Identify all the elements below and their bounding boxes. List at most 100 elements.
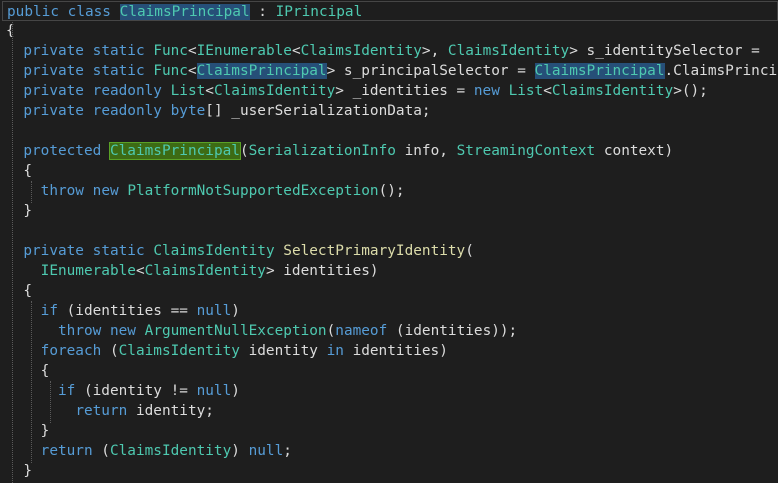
code-token: readonly [92, 103, 162, 119]
code-token: new [473, 83, 500, 99]
code-token: throw [57, 323, 102, 339]
code-token: null [196, 383, 232, 399]
code-token: IPrincipal [275, 4, 363, 20]
code-line[interactable]: protected ClaimsPrincipal(SerializationI… [0, 141, 673, 161]
code-line[interactable]: throw new ArgumentNullException(nameof (… [0, 321, 517, 341]
code-token: IEnumerable [40, 263, 136, 279]
code-token: info, [395, 143, 457, 159]
code-token: ( [465, 243, 474, 259]
code-token: } [6, 463, 32, 479]
code-token: < [135, 263, 145, 279]
code-line[interactable]: return identity; [0, 401, 214, 421]
highlighted-symbol: ClaimsPrincipal [534, 63, 665, 79]
code-token: > identities) [265, 263, 379, 279]
code-token: ArgumentNullException [144, 323, 327, 339]
code-token: >(); [673, 83, 708, 99]
code-token: Func [153, 43, 188, 59]
code-token: nameof [335, 323, 388, 339]
code-line[interactable]: } [0, 421, 50, 441]
code-token: SelectPrimaryIdentity [283, 243, 466, 259]
code-editor[interactable]: public class ClaimsPrincipal : IPrincipa… [0, 0, 778, 483]
code-token: foreach [40, 343, 102, 359]
indent-guide [12, 22, 13, 483]
indent-guide [31, 181, 32, 203]
indent-guide [31, 301, 32, 463]
code-token: identities) [343, 343, 448, 359]
code-token: > s_principalSelector = [326, 63, 535, 79]
code-token: if [40, 303, 58, 319]
code-line[interactable]: private readonly List<ClaimsIdentity> _i… [0, 81, 708, 101]
code-token: < [187, 63, 197, 79]
highlighted-symbol: ClaimsPrincipal [196, 63, 327, 79]
code-token: private [23, 63, 84, 79]
code-line[interactable]: { [0, 361, 50, 381]
code-line[interactable]: } [0, 461, 32, 481]
code-token: protected [23, 143, 102, 159]
code-token: < [543, 83, 552, 99]
code-token: if [57, 383, 76, 399]
code-token: in [326, 343, 344, 359]
code-line[interactable]: IEnumerable<ClaimsIdentity> identities) [0, 261, 379, 281]
code-line[interactable] [0, 221, 6, 241]
code-token: public [7, 4, 59, 20]
code-token: < [187, 43, 197, 59]
code-token: null [196, 303, 232, 319]
code-token: >, [421, 43, 448, 59]
code-token: class [67, 4, 111, 20]
code-token: ( [326, 323, 336, 339]
highlighted-symbol: ClaimsPrincipal [119, 4, 250, 20]
code-token: ClaimsIdentity [300, 43, 422, 59]
code-token: List [508, 83, 544, 99]
code-line[interactable]: if (identity != null) [0, 381, 240, 401]
code-token: private [23, 103, 84, 119]
code-line[interactable]: private static ClaimsIdentity SelectPrim… [0, 241, 474, 261]
indent-guide [50, 381, 51, 423]
code-token: ; [283, 443, 292, 459]
code-token: (); [378, 183, 405, 199]
code-token: private [23, 83, 84, 99]
code-token: readonly [92, 83, 162, 99]
code-token: ) [231, 303, 240, 319]
code-line[interactable]: throw new PlatformNotSupportedException(… [0, 181, 405, 201]
code-token: < [291, 43, 301, 59]
code-token: StreamingContext [456, 143, 596, 159]
code-line[interactable]: { [0, 281, 32, 301]
code-line[interactable]: if (identities == null) [0, 301, 240, 321]
code-token: IEnumerable [196, 43, 292, 59]
code-line[interactable]: private static Func<ClaimsPrincipal> s_p… [0, 61, 778, 81]
code-token: List [170, 83, 206, 99]
code-token: ) [231, 383, 240, 399]
code-token: [] _userSerializationData; [205, 103, 431, 119]
code-line[interactable]: private readonly byte[] _userSerializati… [0, 101, 431, 121]
code-token: static [92, 243, 145, 259]
code-token: < [205, 83, 214, 99]
code-line[interactable]: } [0, 201, 32, 221]
code-token: SerializationInfo [248, 143, 396, 159]
code-line[interactable]: { [0, 161, 32, 181]
code-line[interactable] [0, 121, 6, 141]
code-token: ClaimsIdentity [118, 343, 240, 359]
code-line[interactable]: private static Func<IEnumerable<ClaimsId… [0, 41, 769, 61]
code-line[interactable]: public class ClaimsPrincipal : IPrincipa… [2, 1, 778, 21]
code-token: ClaimsIdentity [447, 43, 570, 59]
code-line[interactable]: foreach (ClaimsIdentity identity in iden… [0, 341, 448, 361]
code-token: ( [101, 343, 119, 359]
code-line[interactable]: return (ClaimsIdentity) null; [0, 441, 292, 461]
